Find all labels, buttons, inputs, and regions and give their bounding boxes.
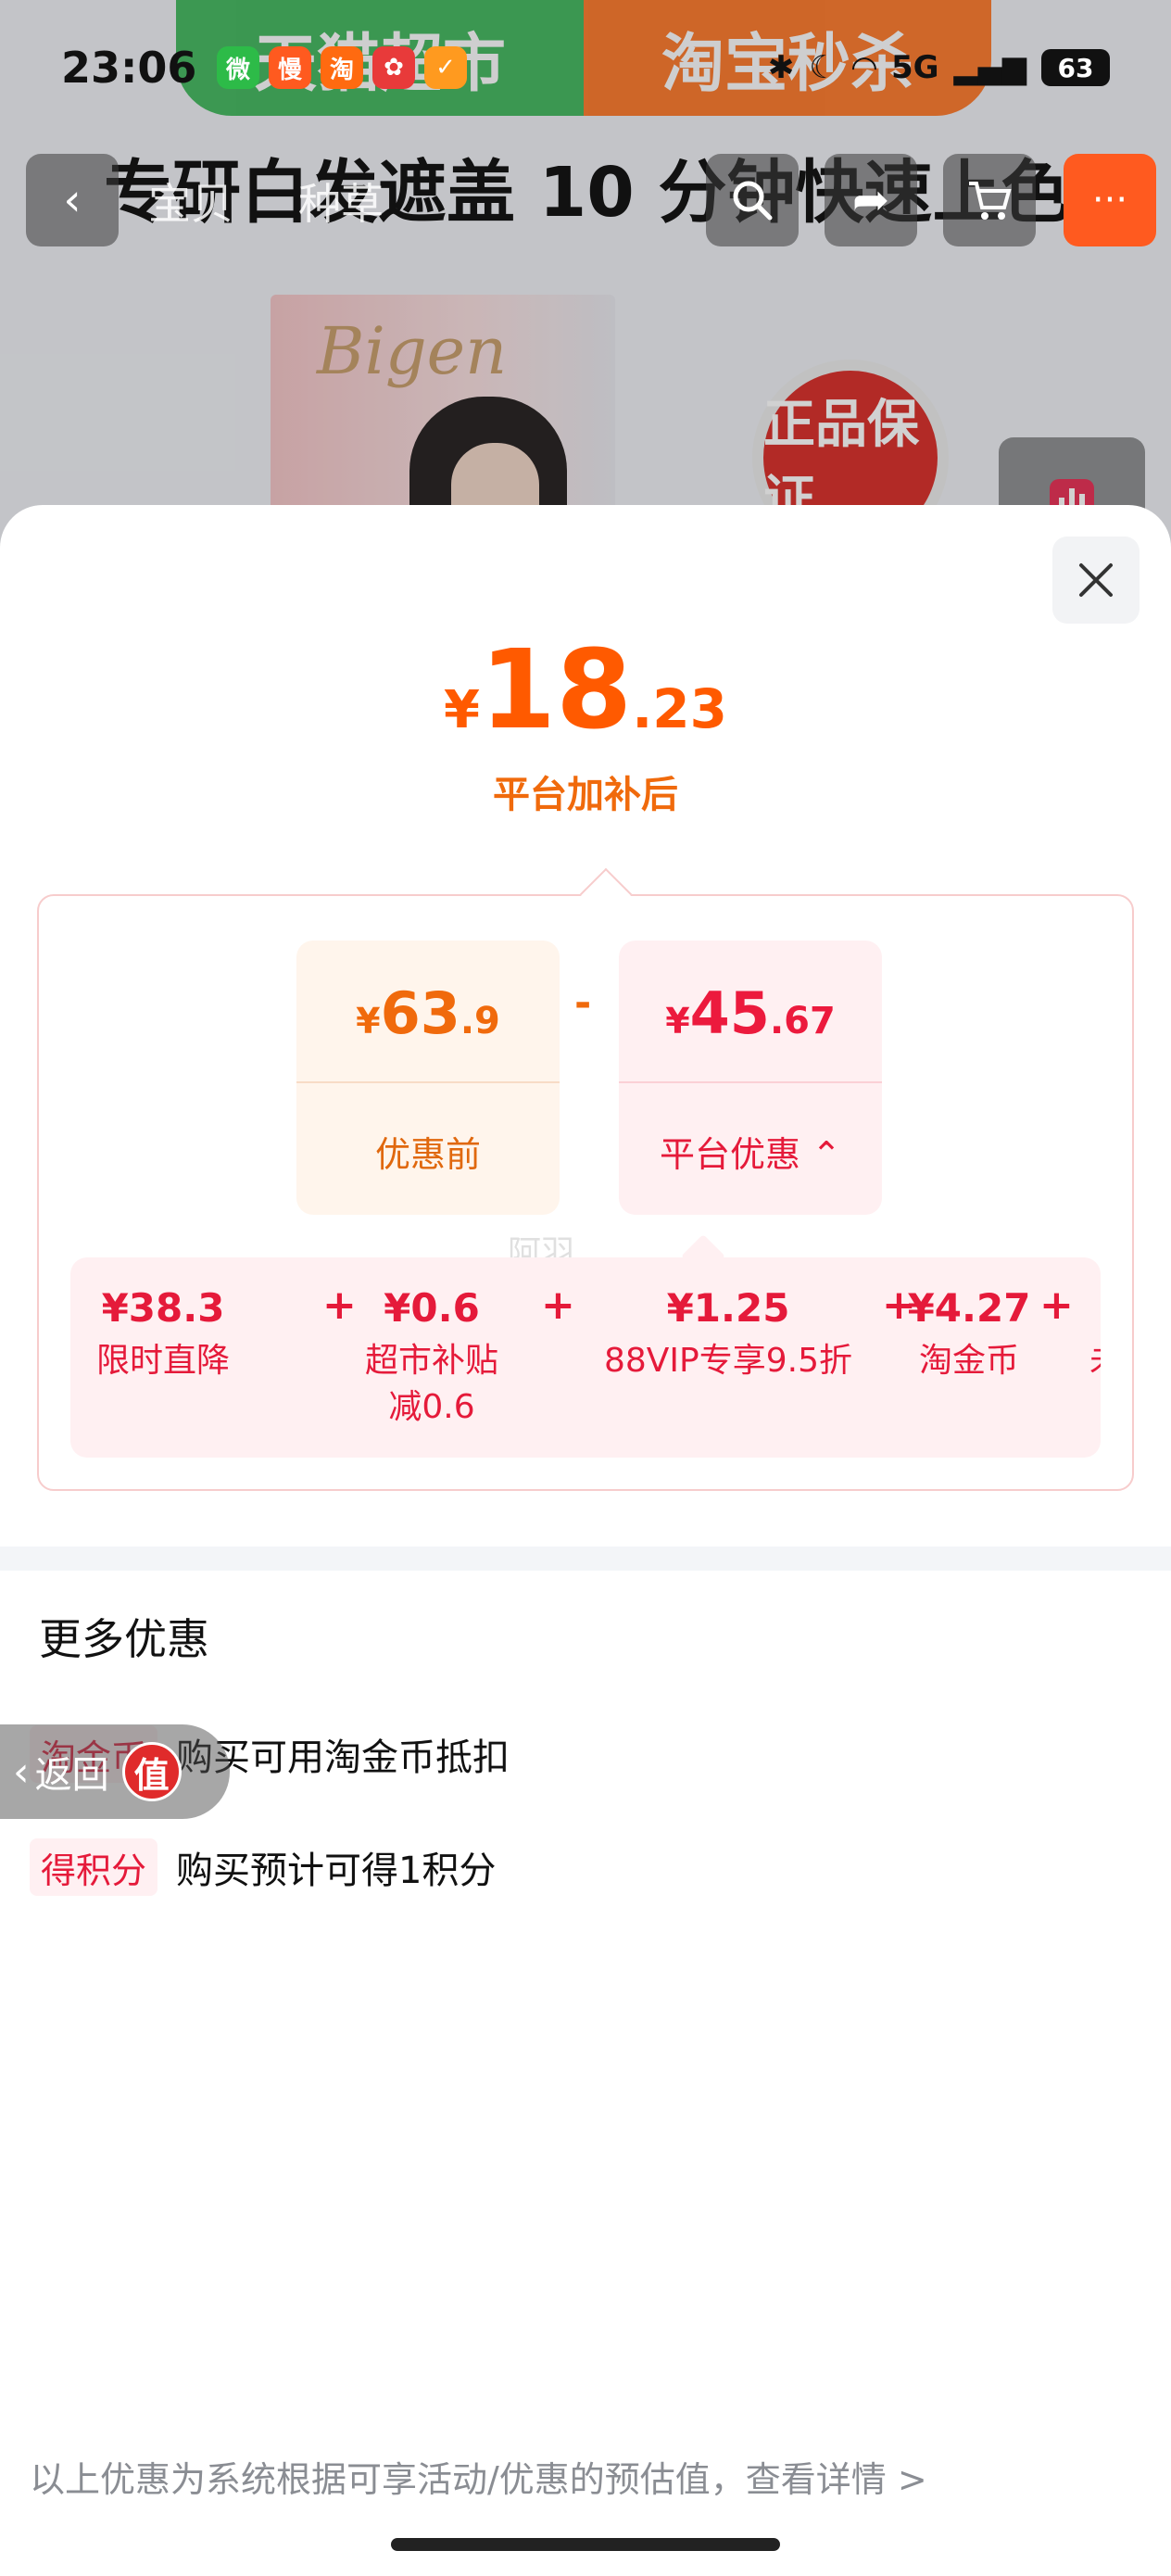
promo-tag: 得积分 [30,1838,158,1896]
promo-text: 购买预计可得1积分 [176,1850,497,1892]
top-nav: ‹ 宝贝 种草 ➦ ··· [0,154,1171,246]
chevron-left-icon: ‹ [13,1748,30,1796]
battery-icon: 63 [1041,49,1110,86]
wechat-icon: 微 [217,46,259,89]
breakdown-name: 限时直降 [95,1342,230,1380]
original-price: ¥63.9 [296,979,560,1047]
breakdown-name: 未 [1089,1338,1101,1384]
check-app-icon: ✓ [424,46,467,89]
tab-grass[interactable]: 种草 [298,170,384,232]
breakdown-item: ¥38.3 限时直降 [89,1285,237,1384]
cart-button[interactable] [943,154,1036,246]
breakdown-name: 超市补贴减0.6 [358,1338,506,1431]
plus-operator: + [322,1282,357,1329]
calc-box-notch [579,867,633,921]
app-man-icon: 慢 [269,46,311,89]
back-label: 返回 [34,1754,109,1797]
breakdown-name: 淘金币 [918,1342,1019,1380]
notification-app-icons: 微 慢 淘 ✿ ✓ [217,46,467,89]
signal-icon: ▂▄▆ [953,49,1026,86]
taobao-icon: 淘 [321,46,363,89]
card-divider [296,1081,560,1083]
breakdown-value: ¥38.3 [101,1285,225,1331]
breakdown-name-line: 减0.6 [388,1388,475,1426]
card-divider [619,1081,882,1083]
product-page-background: 天猫超市 淘宝秒杀 23:06 微 慢 淘 ✿ ✓ ✱ ☾ ◠ 5G ▂▄▆ 6… [0,0,1171,575]
final-price: ¥18.23 [0,625,1171,753]
breakdown-item: ¥4.27 淘金币 [904,1285,1034,1384]
breakdown-item: ¥0.6 超市补贴减0.6 [358,1285,506,1431]
discount-integer: 45 [689,979,770,1047]
original-price-card: ¥63.9 优惠前 [296,941,560,1215]
discount-label-text: 平台优惠 [660,1134,801,1175]
estimate-footnote-link[interactable]: 以上优惠为系统根据可享活动/优惠的预估值，查看详情 > [30,2451,927,2502]
price-detail-sheet: ¥18.23 平台加补后 ¥63.9 优惠前 - ¥45.67 平台优惠 ⌃ 阿… [0,505,1171,2576]
floating-back-button[interactable]: ‹ 返回 值 [0,1724,230,1819]
section-divider [0,1547,1171,1571]
plus-operator: + [541,1282,575,1329]
search-button[interactable] [706,154,799,246]
moon-icon: ☾ [809,49,837,86]
bluetooth-icon: ✱ [767,49,795,86]
plus-operator: + [1039,1282,1074,1329]
original-price-integer: 63 [380,979,460,1047]
tab-item[interactable]: 宝贝 [148,170,233,232]
status-indicators: ✱ ☾ ◠ 5G ▂▄▆ 63 [768,49,1110,86]
final-price-label: 平台加补后 [493,774,678,816]
share-icon: ➦ [851,174,890,226]
more-offers-title: 更多优惠 [39,1614,209,1664]
final-price-integer: 18 [480,625,633,753]
breakdown-item: ¥1.25 88VIP专享9.5折 [589,1285,867,1384]
close-button[interactable] [1052,537,1140,624]
network-label: 5G [890,49,939,86]
discount-currency: ¥ [665,1001,690,1042]
close-icon [1079,563,1113,597]
final-price-decimal: .23 [632,677,727,740]
minus-operator: - [574,979,592,1027]
promo-row-points: 得积分 购买预计可得1积分 [30,1837,496,1897]
cartoon-app-icon: ✿ [372,46,415,89]
value-badge-icon: 值 [121,1742,182,1801]
platform-discount-card[interactable]: ¥45.67 平台优惠 ⌃ [619,941,882,1215]
breakdown-name: 88VIP专享9.5折 [603,1342,852,1380]
breakdown-value: ¥4.27 [907,1285,1031,1331]
original-price-label: 优惠前 [374,1134,481,1175]
status-time: 23:06 [61,43,197,93]
chevron-up-icon: ⌃ [812,1134,841,1175]
original-price-decimal: .9 [460,1000,500,1042]
back-button[interactable]: ‹ [26,154,119,246]
original-price-currency: ¥ [356,1001,381,1042]
breakdown-value: ¥0.6 [384,1285,480,1331]
breakdown-name-line: 超市补贴 [364,1342,498,1380]
share-button[interactable]: ➦ [825,154,917,246]
breakdown-item-truncated: 未 [1089,1285,1101,1384]
breakdown-value: ¥1.25 [666,1285,790,1331]
more-button[interactable]: ··· [1064,154,1156,246]
cart-icon [969,182,1012,220]
platform-discount: ¥45.67 [619,979,882,1047]
final-price-currency: ¥ [444,680,480,740]
discount-decimal: .67 [769,1000,836,1042]
discount-breakdown[interactable]: ¥38.3 限时直降 + ¥0.6 超市补贴减0.6 + ¥1.25 88VIP… [70,1257,1101,1458]
platform-discount-label: 平台优惠 ⌃ [619,1126,882,1177]
status-bar: 23:06 微 慢 淘 ✿ ✓ ✱ ☾ ◠ 5G ▂▄▆ 63 [0,35,1171,100]
price-calculation-box: ¥63.9 优惠前 - ¥45.67 平台优惠 ⌃ 阿羽_ ¥38.3 限时直降… [37,867,1134,1491]
home-indicator[interactable] [391,2538,780,2551]
chevron-left-icon: ‹ [63,174,82,226]
search-icon [733,181,773,221]
nav-tabs: 宝贝 种草 [148,170,384,232]
wifi-icon: ◠ [851,49,876,86]
